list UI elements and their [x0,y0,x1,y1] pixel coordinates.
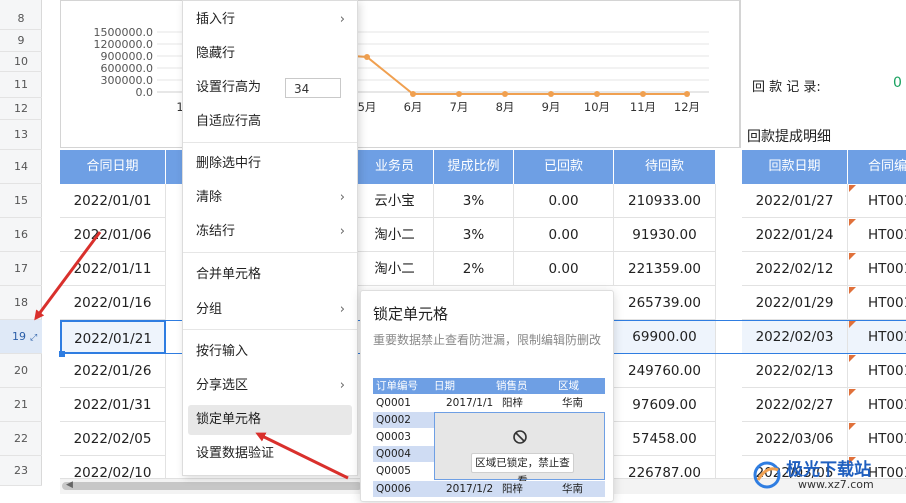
red-arrow-to-lock-cells [255,432,349,480]
brand-logo-icon [753,461,781,489]
watermark-brand: 极光下载站 [786,460,871,480]
watermark: 极光下载站 www.xz7.com [752,452,904,500]
annotation-arrows [34,231,349,480]
watermark-url: www.xz7.com [798,478,874,491]
red-arrow-to-row-header [34,231,102,321]
